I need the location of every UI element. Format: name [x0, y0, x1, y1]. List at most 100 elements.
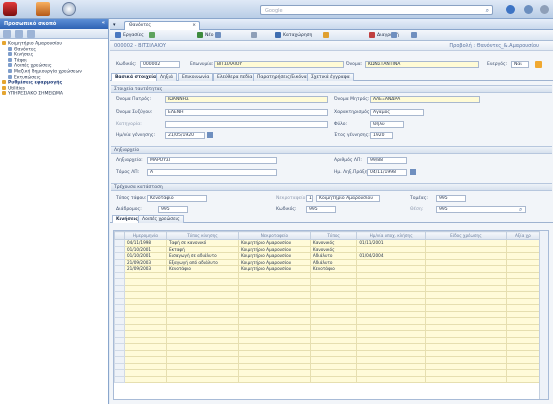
sidebar-title: Προσωπικό σκοπό — [4, 21, 57, 27]
registry-number-label: Αριθμός ΛΠ: — [334, 158, 362, 163]
folder-icon — [8, 46, 12, 51]
surname-label: Επωνυμία: — [190, 62, 214, 67]
registry-label: Ληξιαρχείο: — [116, 158, 143, 163]
registry-volume-field[interactable]: Α — [147, 169, 277, 176]
row-selector-header[interactable] — [114, 231, 125, 240]
toolbar-button[interactable]: Εργασίες — [114, 31, 144, 40]
movements-tab-bar: Κινήσεις Λοιπές χρεώσεις — [110, 214, 553, 223]
table-cell[interactable] — [505, 375, 541, 383]
tab-menu-icon[interactable]: ▾ — [113, 22, 116, 28]
column-header[interactable]: Νεκροταφείο — [237, 231, 311, 240]
status-select[interactable]: Αγαμος — [370, 109, 424, 116]
toolbar-button[interactable] — [390, 31, 399, 40]
tab-thanontes[interactable]: Θανόντες × — [124, 21, 200, 30]
vertical-scrollbar[interactable] — [539, 231, 548, 399]
category-select[interactable] — [165, 121, 328, 128]
registry-date-field[interactable]: 04/11/1998 — [367, 169, 407, 176]
toolbar-button[interactable] — [410, 31, 419, 40]
father-field[interactable]: ΙΩΑΝΝΗΣ — [165, 96, 328, 103]
navigation-tree: Κοιμητήριο Αμαρουσίου Θανόντες Κινήσεις Τάφ… — [0, 39, 108, 99]
toolbar-button[interactable] — [322, 31, 331, 40]
calendar-icon[interactable] — [410, 169, 416, 175]
spouse-field[interactable]: ΕΛΕΝΗ — [165, 109, 328, 116]
registry-volume-label: Τόμος ΛΠ: — [116, 170, 140, 175]
star-icon[interactable] — [27, 30, 35, 38]
settings-icon[interactable] — [540, 5, 549, 14]
table-cell[interactable] — [356, 375, 426, 383]
sector-field[interactable]: 995 — [436, 195, 466, 202]
toolbar-button[interactable] — [250, 31, 259, 40]
history-icon[interactable] — [62, 2, 76, 16]
subtab[interactable]: Παρατηρήσεις/Εικόνα — [253, 73, 311, 81]
subtab[interactable]: Ελεύθερα πεδία — [213, 73, 257, 81]
calendar-icon[interactable] — [207, 132, 213, 138]
table-cell[interactable] — [166, 375, 239, 383]
collapse-icon[interactable]: « — [102, 20, 105, 26]
cemetery-number-field[interactable]: 1 — [306, 195, 313, 202]
table-cell[interactable] — [309, 375, 358, 383]
help-icon[interactable] — [506, 5, 515, 14]
active-icon[interactable] — [535, 61, 542, 68]
column-header[interactable]: Ημερομηνία — [123, 231, 168, 240]
surname-field[interactable]: ΒΙΤΣΙΛΑΙΟΥ — [214, 61, 344, 68]
toolbar: Εργασίες Νέο Καταχώρηση Διαγραφή — [110, 30, 553, 41]
folder-icon — [2, 91, 6, 96]
subtab[interactable]: Βασικά στοιχεία — [111, 73, 161, 81]
column-header[interactable]: Τύπος κίνησης — [166, 231, 239, 240]
sidebar-item-label: ΥΠΗΡΕΣΙΑΚΟ ΣΗΜΕΙΩΜΑ — [8, 91, 63, 97]
toolbar-button[interactable] — [214, 31, 223, 40]
column-header[interactable]: Είδος χρέωσης — [424, 231, 507, 240]
column-header[interactable]: Αξία χρ — [505, 231, 541, 240]
subtab[interactable]: Επικοινωνία — [178, 73, 214, 81]
toolbar-button[interactable]: Νέο — [196, 31, 214, 40]
burial-code-field[interactable]: 995 — [306, 206, 336, 213]
category-label: Κατηγορία: — [116, 122, 142, 127]
gender-select[interactable]: Θήλυ — [370, 121, 404, 128]
column-header[interactable]: Τύπος — [309, 231, 358, 240]
section-burial: Τρέχουσα κατάσταση — [111, 183, 552, 191]
user-icon[interactable] — [524, 5, 533, 14]
row-selector[interactable] — [114, 375, 125, 383]
grave-field[interactable]: 995 — [436, 206, 526, 213]
birthdate-field[interactable]: 21/05/1920 — [165, 132, 205, 139]
sidebar: Προσωπικό σκοπό « Κοιμητήριο Αμαρουσίου Θα… — [0, 19, 109, 404]
code-field[interactable]: 000002 — [140, 61, 180, 68]
subtab[interactable]: Σχετικά έγγραφα — [307, 73, 354, 81]
search-icon[interactable]: ⌕ — [486, 7, 489, 15]
grave-type-select[interactable]: Κενοτάφιο — [147, 195, 207, 202]
mother-field[interactable]: ΑΛΕΞΑΝΔΡΑ — [370, 96, 480, 103]
edit-icon[interactable] — [15, 30, 23, 38]
close-icon[interactable]: × — [192, 23, 196, 28]
registry-field[interactable]: ΜΑΡΟΥΣΙ — [147, 157, 277, 164]
table-row[interactable] — [114, 375, 541, 383]
toolbar-button[interactable] — [148, 31, 157, 40]
section-registry: Ληξιαρχείο — [111, 146, 552, 154]
movements-tab[interactable]: Λοιπές χρεώσεις — [138, 215, 184, 223]
home-icon[interactable] — [36, 2, 50, 16]
active-select[interactable]: Ναι — [511, 61, 529, 68]
sidebar-toolbar — [0, 29, 108, 39]
table-cell[interactable] — [237, 375, 311, 383]
cemetery-field[interactable]: Κοιμητήριο Αμαρουσίου — [316, 195, 380, 202]
name-field[interactable]: ΚΩΝΣΤΑΝΤΙΝΑ — [365, 61, 479, 68]
table-cell[interactable] — [424, 375, 507, 383]
search-icon[interactable]: ⌕ — [519, 206, 522, 214]
add-icon[interactable] — [3, 30, 11, 38]
app-logo-icon[interactable] — [3, 2, 17, 16]
table-cell[interactable] — [123, 375, 168, 383]
cemetery-label: Νεκροταφείο: — [276, 196, 307, 201]
block-field[interactable]: 995 — [158, 206, 188, 213]
spouse-label: Όνομα Συζύγου: — [116, 110, 153, 115]
birthyear-field[interactable]: 1920 — [370, 132, 393, 139]
folder-icon — [8, 57, 12, 62]
folder-icon — [8, 63, 12, 68]
toolbar-button[interactable]: Καταχώρηση — [274, 31, 312, 40]
search-input[interactable]: Google ⌕ — [260, 5, 493, 15]
sidebar-item[interactable]: ΥΠΗΡΕΣΙΑΚΟ ΣΗΜΕΙΩΜΑ — [2, 91, 106, 97]
column-header[interactable]: Ημ/νία υποχ. κλήσης — [356, 231, 426, 240]
movements-table: Ημερομηνία Τύπος κίνησης Νεκροταφείο Τύπος Η… — [114, 231, 541, 383]
top-bar: Google ⌕ — [0, 0, 553, 19]
subtab[interactable]: Ληξιά — [156, 73, 177, 81]
father-label: Όνομα Πατρός: — [116, 97, 152, 102]
registry-number-field[interactable]: 99/88 — [367, 157, 407, 164]
